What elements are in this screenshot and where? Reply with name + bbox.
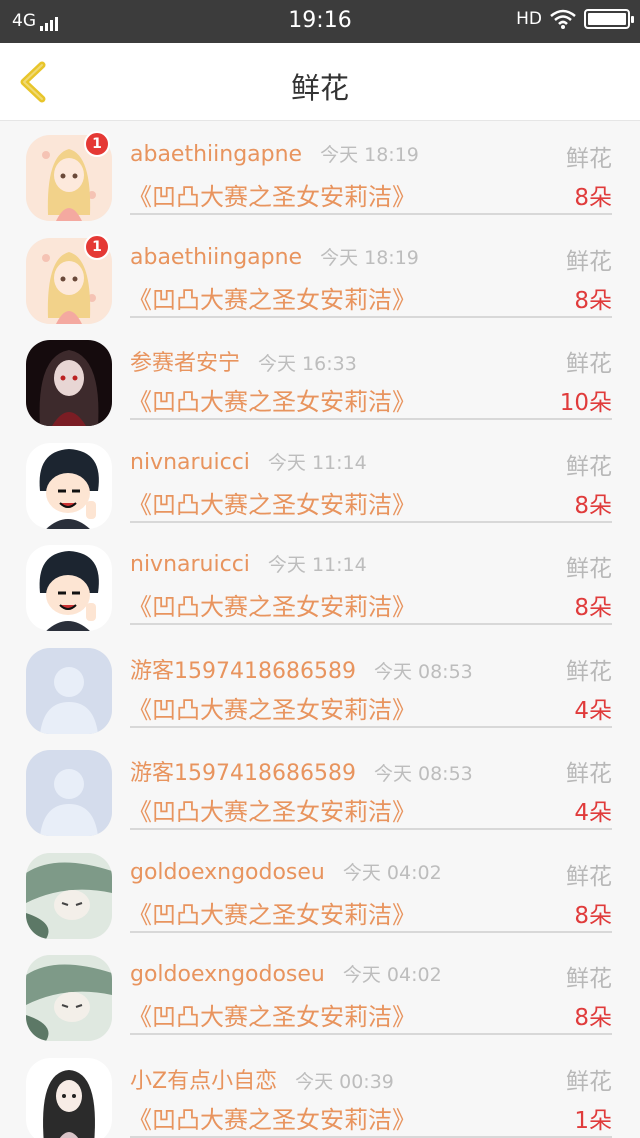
flower-count: 4朵 (574, 800, 612, 826)
sender-name[interactable]: 小Z有点小自恋 (130, 1069, 277, 1094)
hd-label: HD (516, 9, 542, 29)
work-title-link[interactable]: 《凹凸大赛之圣女安莉洁》 (128, 382, 416, 417)
list-item[interactable]: 1 abaethiingapne 今天 18:19 鲜花 《凹凸大赛之圣女安莉洁》… (0, 121, 640, 224)
flower-count: 10朵 (559, 390, 612, 416)
sender-name[interactable]: abaethiingapne (130, 245, 302, 270)
status-right: HD (516, 9, 634, 29)
work-title-link[interactable]: 《凹凸大赛之圣女安莉洁》 (128, 1100, 416, 1135)
send-time: 今天 08:53 (373, 660, 473, 683)
send-time: 今天 16:33 (258, 353, 357, 375)
send-time: 今天 11:14 (267, 451, 367, 474)
sender-name[interactable]: nivnaruicci (130, 450, 250, 475)
work-title-link[interactable]: 《凹凸大赛之圣女安莉洁》 (128, 587, 416, 622)
work-title-link[interactable]: 《凹凸大赛之圣女安莉洁》 (128, 485, 416, 520)
divider (130, 213, 612, 215)
flower-gift-list: 1 abaethiingapne 今天 18:19 鲜花 《凹凸大赛之圣女安莉洁》… (0, 121, 640, 1138)
divider (130, 828, 612, 830)
sender-name[interactable]: 游客1597418686589 (130, 659, 356, 684)
sender-info: 游客1597418686589 今天 08:53 (130, 755, 473, 787)
list-item[interactable]: nivnaruicci 今天 11:14 鲜花 《凹凸大赛之圣女安莉洁》 8朵 (0, 429, 640, 532)
list-item[interactable]: 游客1597418686589 今天 08:53 鲜花 《凹凸大赛之圣女安莉洁》 … (0, 736, 640, 839)
gift-type-label: 鲜花 (566, 146, 612, 172)
nav-bar: 鲜花 (0, 43, 640, 121)
list-item[interactable]: 游客1597418686589 今天 08:53 鲜花 《凹凸大赛之圣女安莉洁》 … (0, 634, 640, 737)
avatar[interactable] (26, 545, 112, 631)
avatar[interactable] (26, 442, 112, 529)
list-item[interactable]: nivnaruicci 今天 11:14 鲜花 《凹凸大赛之圣女安莉洁》 8朵 (0, 531, 640, 634)
divider (130, 1033, 612, 1035)
gift-type-label: 鲜花 (566, 556, 612, 582)
work-title-link[interactable]: 《凹凸大赛之圣女安莉洁》 (128, 690, 416, 725)
send-time: 今天 18:19 (320, 144, 419, 166)
work-title-link[interactable]: 《凹凸大赛之圣女安莉洁》 (128, 895, 416, 930)
divider (130, 623, 612, 625)
divider (130, 418, 612, 420)
gift-type-label: 鲜花 (566, 658, 612, 685)
flower-count: 1朵 (574, 1107, 612, 1134)
list-item[interactable]: 小Z有点小自恋 今天 00:39 鲜花 《凹凸大赛之圣女安莉洁》 1朵 (0, 1044, 640, 1138)
sender-name[interactable]: goldoexngodoseu (130, 962, 325, 987)
avatar[interactable] (26, 955, 112, 1041)
sender-name[interactable]: abaethiingapne (130, 142, 302, 167)
work-title-link[interactable]: 《凹凸大赛之圣女安莉洁》 (128, 792, 416, 827)
sender-info: goldoexngodoseu 今天 04:02 (130, 858, 442, 885)
gift-type-label: 鲜花 (566, 453, 612, 480)
gift-type-label: 鲜花 (566, 863, 612, 890)
work-title-link[interactable]: 《凹凸大赛之圣女安莉洁》 (128, 177, 416, 212)
avatar[interactable] (26, 340, 112, 426)
gift-type-label: 鲜花 (566, 351, 612, 377)
sender-info: 参赛者安宁 今天 16:33 (130, 345, 357, 377)
avatar[interactable] (26, 647, 112, 734)
avatar[interactable] (26, 1057, 112, 1138)
list-item[interactable]: goldoexngodoseu 今天 04:02 鲜花 《凹凸大赛之圣女安莉洁》 … (0, 839, 640, 942)
sender-info: abaethiingapne 今天 18:19 (130, 140, 419, 167)
sender-name[interactable]: nivnaruicci (130, 552, 250, 577)
sender-info: 游客1597418686589 今天 08:53 (130, 653, 473, 685)
divider (130, 930, 612, 933)
sender-name[interactable]: goldoexngodoseu (130, 860, 325, 885)
flower-count: 8朵 (574, 492, 612, 519)
avatar[interactable] (26, 852, 112, 939)
send-time: 今天 11:14 (267, 554, 367, 576)
flower-count: 8朵 (574, 185, 612, 211)
list-item[interactable]: 参赛者安宁 今天 16:33 鲜花 《凹凸大赛之圣女安莉洁》 10朵 (0, 326, 640, 429)
sender-info: nivnaruicci 今天 11:14 (130, 448, 367, 475)
divider (130, 315, 612, 318)
divider (130, 725, 612, 728)
send-time: 今天 04:02 (342, 964, 442, 986)
sender-name[interactable]: 参赛者安宁 (130, 351, 240, 376)
sender-info: goldoexngodoseu 今天 04:02 (130, 960, 442, 987)
gift-type-label: 鲜花 (566, 1068, 612, 1095)
unread-badge: 1 (84, 233, 110, 260)
send-time: 今天 04:02 (342, 861, 442, 884)
flower-count: 4朵 (574, 697, 612, 724)
work-title-link[interactable]: 《凹凸大赛之圣女安莉洁》 (128, 997, 416, 1032)
gift-type-label: 鲜花 (566, 966, 612, 992)
send-time: 今天 18:19 (320, 246, 419, 269)
sender-info: 小Z有点小自恋 今天 00:39 (130, 1063, 394, 1095)
unread-badge: 1 (84, 131, 110, 157)
flower-count: 8朵 (574, 1005, 612, 1031)
flower-count: 8朵 (574, 595, 612, 621)
flower-count: 8朵 (574, 287, 612, 314)
flower-count: 8朵 (574, 902, 612, 929)
send-time: 今天 08:53 (373, 763, 473, 785)
sender-info: nivnaruicci 今天 11:14 (130, 550, 367, 577)
divider (130, 1135, 612, 1138)
list-item[interactable]: 1 abaethiingapne 今天 18:19 鲜花 《凹凸大赛之圣女安莉洁》… (0, 224, 640, 327)
page-title: 鲜花 (290, 71, 349, 105)
list-item[interactable]: goldoexngodoseu 今天 04:02 鲜花 《凹凸大赛之圣女安莉洁》 … (0, 941, 640, 1044)
work-title-link[interactable]: 《凹凸大赛之圣女安莉洁》 (128, 280, 416, 315)
status-bar: 4G 19:16 HD (0, 0, 640, 43)
avatar[interactable] (26, 750, 112, 836)
wifi-icon (550, 9, 576, 29)
gift-type-label: 鲜花 (566, 761, 612, 787)
sender-name[interactable]: 游客1597418686589 (130, 761, 356, 786)
gift-type-label: 鲜花 (566, 248, 612, 275)
battery-icon (584, 9, 634, 29)
send-time: 今天 00:39 (295, 1070, 394, 1093)
sender-info: abaethiingapne 今天 18:19 (130, 243, 419, 270)
divider (130, 520, 612, 523)
